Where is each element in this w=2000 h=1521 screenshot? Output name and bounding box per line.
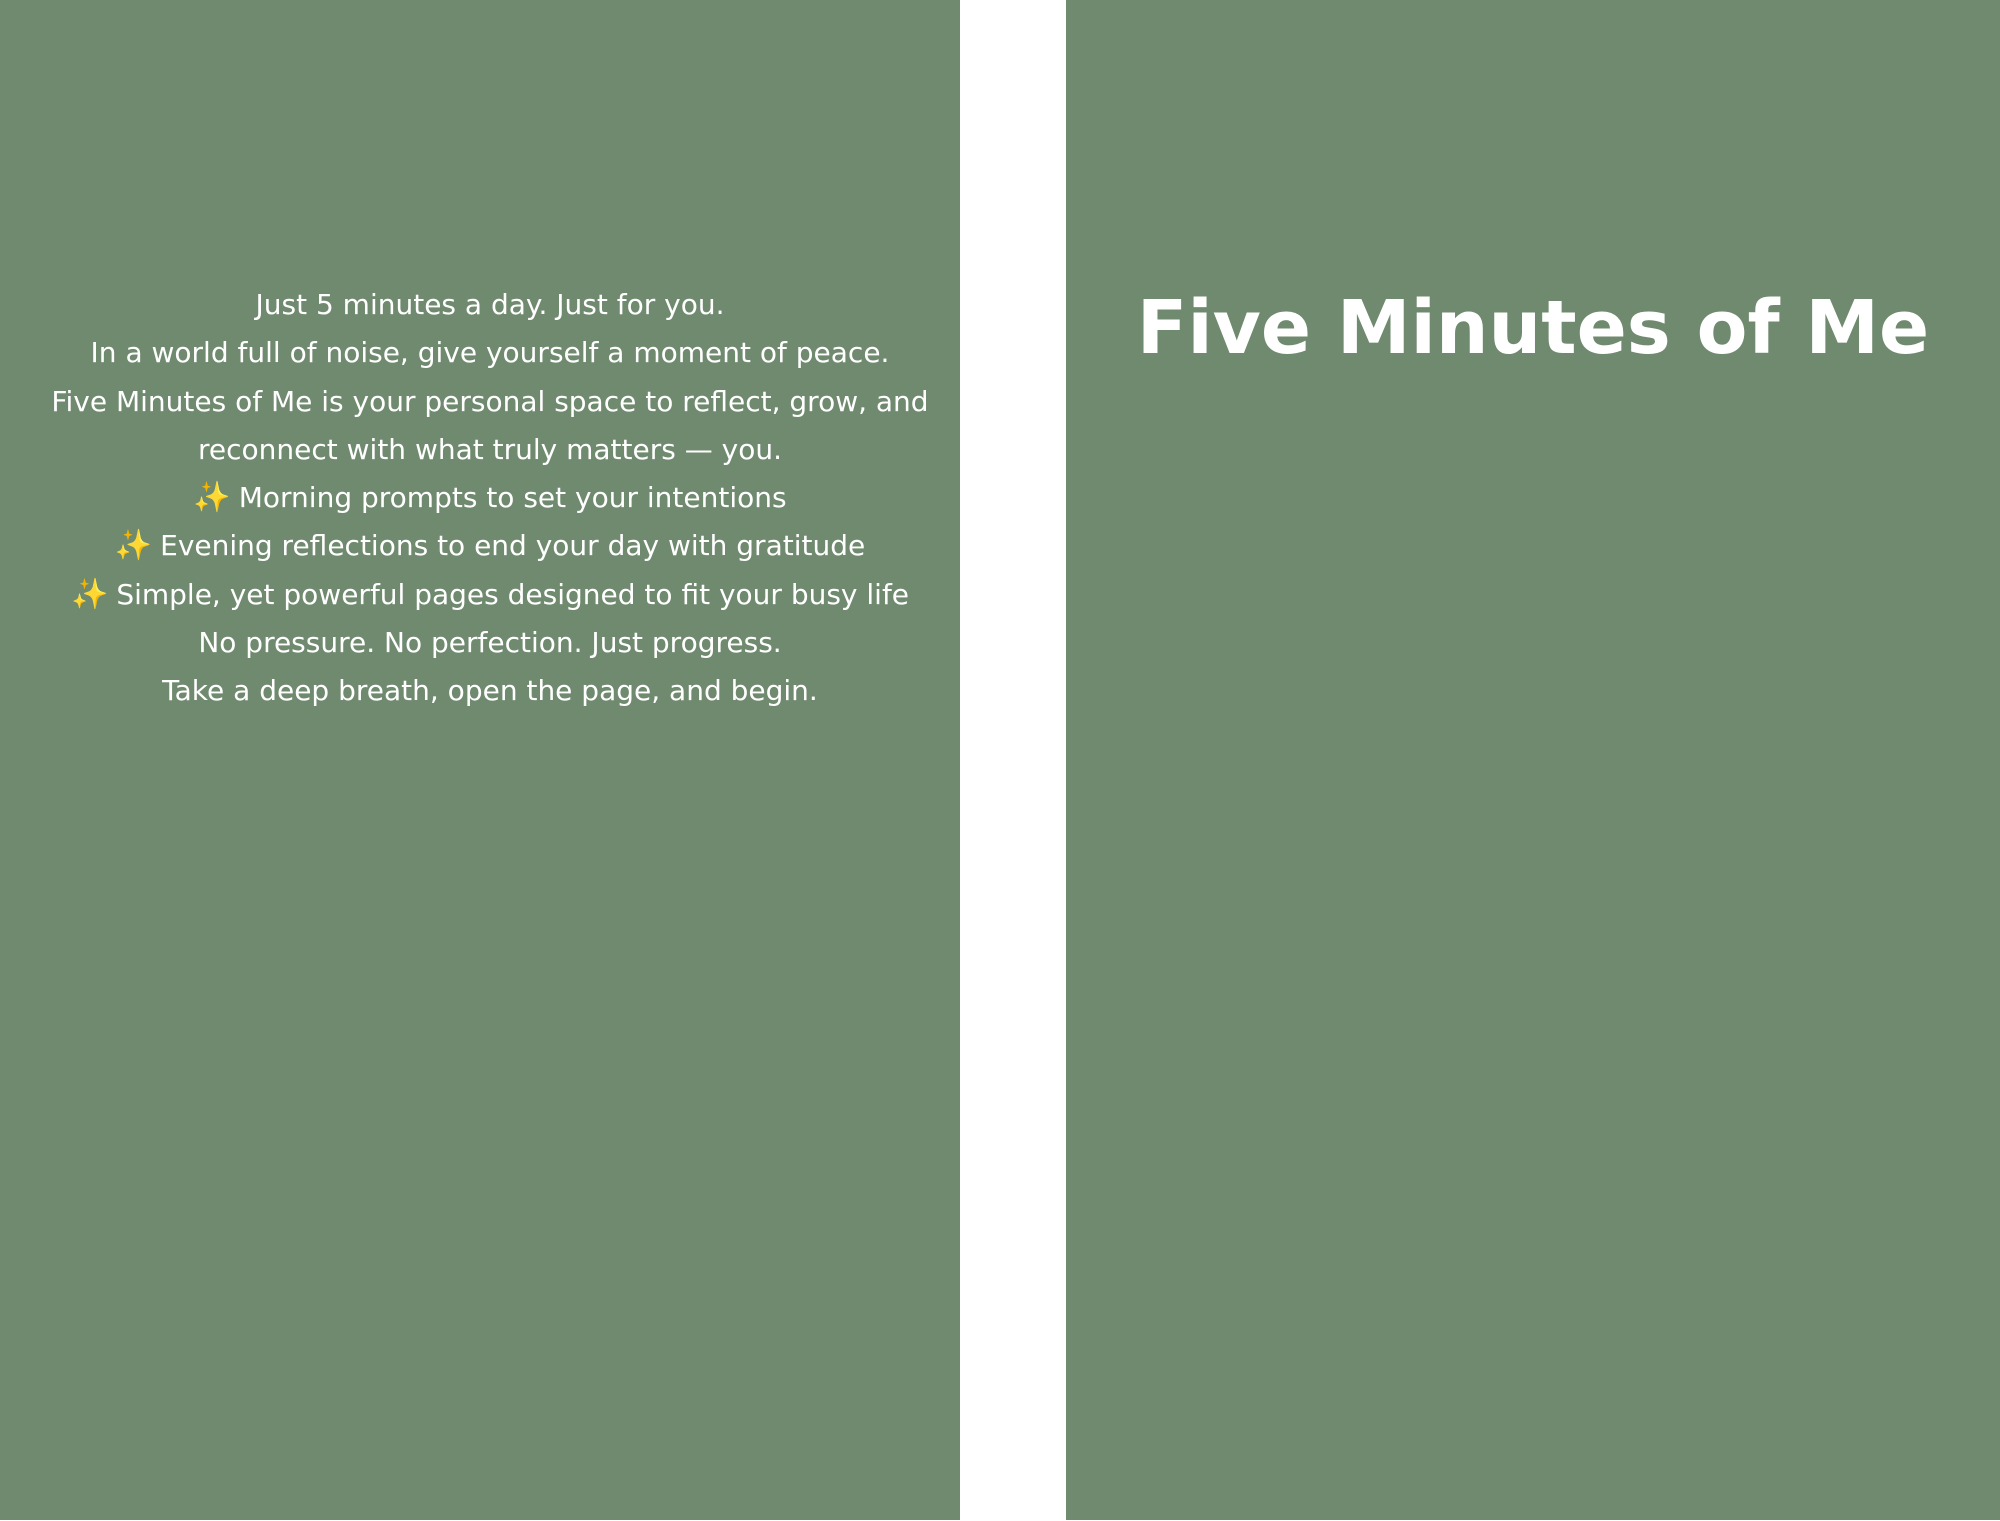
sparkles-icon: ✨ — [114, 528, 153, 564]
sparkles-icon: ✨ — [193, 480, 231, 516]
blurb-line: Just 5 minutes a day. Just for you. — [255, 288, 725, 321]
blurb-line: In a world full of noise, give yourself … — [90, 336, 890, 370]
closing-line: No pressure. No perfection. Just progres… — [198, 626, 782, 660]
back-cover-blurb: Just 5 minutes a day. Just for you. In a… — [40, 281, 940, 716]
feature-item: ✨ Evening reflections to end your day wit… — [40, 522, 940, 570]
closing-line: Take a deep breath, open the page, and b… — [162, 674, 818, 708]
feature-text: Evening reflections to end your day with… — [160, 529, 866, 563]
back-cover: Just 5 minutes a day. Just for you. In a… — [0, 0, 960, 1520]
feature-text: Simple, yet powerful pages designed to f… — [116, 577, 910, 611]
feature-item: ✨ Simple, yet powerful pages designed to … — [40, 571, 940, 619]
book-title: Five Minutes of Me — [1136, 285, 1930, 371]
book-cover-spread: Just 5 minutes a day. Just for you. In a… — [0, 0, 2000, 1521]
front-cover: Five Minutes of Me — [1066, 0, 2000, 1520]
feature-text: Morning prompts to set your intentions — [238, 481, 787, 515]
spine — [960, 0, 1066, 1521]
feature-item: ✨ Morning prompts to set your intentions — [40, 474, 940, 522]
blurb-line: Five Minutes of Me is your personal spac… — [51, 384, 929, 418]
blurb-line: reconnect with what truly matters — you. — [198, 432, 782, 466]
sparkles-icon: ✨ — [70, 576, 109, 612]
